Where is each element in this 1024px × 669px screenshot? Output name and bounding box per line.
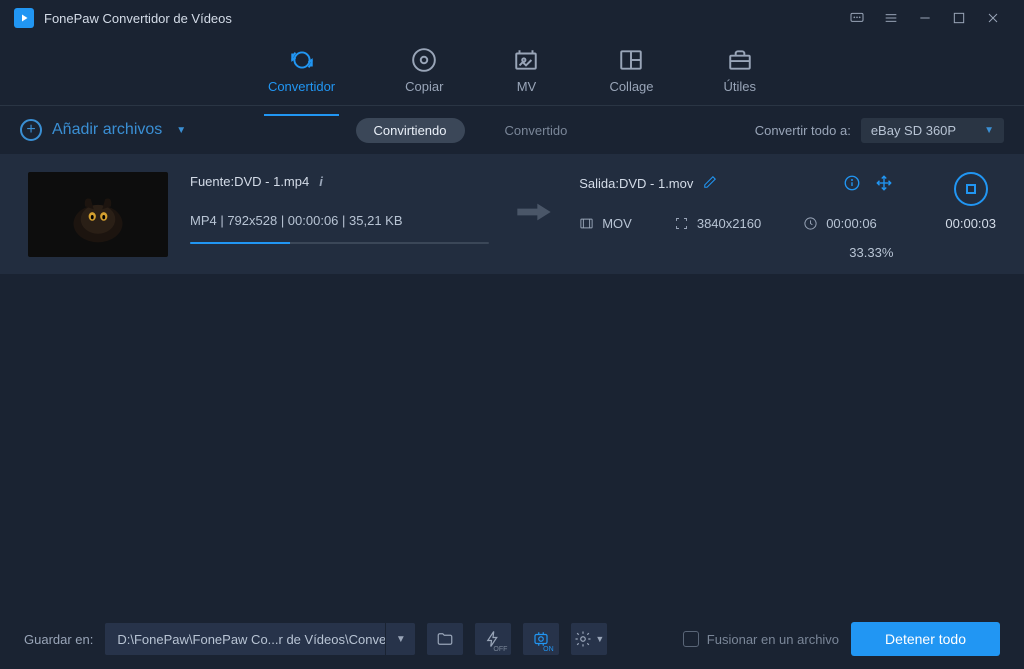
source-meta: MP4 | 792x528 | 00:00:06 | 35,21 KB <box>190 213 489 228</box>
bottom-bar: Guardar en: D:\FonePaw\FonePaw Co...r de… <box>0 609 1024 669</box>
close-icon[interactable] <box>976 1 1010 35</box>
output-resolution: 3840x2160 <box>674 216 761 231</box>
arrow-icon <box>511 202 557 222</box>
output-filename: Salida:DVD - 1.mov <box>579 174 893 192</box>
titlebar: FonePaw Convertidor de Vídeos <box>0 0 1024 36</box>
info-icon[interactable]: i <box>319 174 323 189</box>
video-thumbnail[interactable] <box>28 172 168 257</box>
convert-icon <box>289 47 315 73</box>
tab-label-collage: Collage <box>609 79 653 94</box>
merge-label: Fusionar en un archivo <box>707 632 839 647</box>
save-to-label: Guardar en: <box>24 632 93 647</box>
tab-copiar[interactable]: Copiar <box>405 41 443 100</box>
tab-label-convertidor: Convertidor <box>268 79 335 94</box>
output-format: MOV <box>579 216 632 231</box>
plus-icon: + <box>20 119 42 141</box>
minimize-icon[interactable] <box>908 1 942 35</box>
chevron-down-icon: ▼ <box>176 125 186 136</box>
tab-converted[interactable]: Convertido <box>487 118 586 143</box>
checkbox-icon <box>683 631 699 647</box>
merge-checkbox[interactable]: Fusionar en un archivo <box>683 631 839 647</box>
tab-convertidor[interactable]: Convertidor <box>268 41 335 100</box>
tab-label-copiar: Copiar <box>405 79 443 94</box>
output-path-box: D:\FonePaw\FonePaw Co...r de Vídeos\Conv… <box>105 623 415 655</box>
tab-label-utiles: Útiles <box>724 79 757 94</box>
settings-button[interactable]: ▼ <box>571 623 607 655</box>
tab-utiles[interactable]: Útiles <box>724 41 757 100</box>
sub-toolbar: + Añadir archivos ▼ Convirtiendo Convert… <box>0 106 1024 154</box>
nav-tabs: Convertidor Copiar MV Collage Útiles <box>0 36 1024 106</box>
maximize-icon[interactable] <box>942 1 976 35</box>
conversion-list: Fuente:DVD - 1.mp4 i MP4 | 792x528 | 00:… <box>0 154 1024 274</box>
mv-icon <box>513 47 539 73</box>
output-path: D:\FonePaw\FonePaw Co...r de Vídeos\Conv… <box>105 632 385 647</box>
add-files-label: Añadir archivos <box>52 121 162 139</box>
menu-icon[interactable] <box>874 1 908 35</box>
feedback-icon[interactable] <box>840 1 874 35</box>
tab-mv[interactable]: MV <box>513 41 539 100</box>
tab-collage[interactable]: Collage <box>609 41 653 100</box>
path-dropdown-button[interactable]: ▼ <box>385 623 415 655</box>
edit-icon[interactable] <box>703 175 717 192</box>
tab-converting[interactable]: Convirtiendo <box>356 118 465 143</box>
stop-all-button[interactable]: Detener todo <box>851 622 1000 656</box>
elapsed-time: 00:00:03 <box>945 216 996 231</box>
move-icon[interactable] <box>875 174 893 192</box>
output-duration: 00:00:06 <box>803 216 877 231</box>
add-files-button[interactable]: + Añadir archivos ▼ <box>20 119 186 141</box>
app-title: FonePaw Convertidor de Vídeos <box>44 11 232 26</box>
list-item: Fuente:DVD - 1.mp4 i MP4 | 792x528 | 00:… <box>0 154 1024 274</box>
progress-percent: 33.33% <box>579 245 893 260</box>
toolbox-icon <box>727 47 753 73</box>
disc-icon <box>411 47 437 73</box>
high-speed-button[interactable]: ON <box>523 623 559 655</box>
collage-icon <box>618 47 644 73</box>
convert-all-label: Convertir todo a: <box>755 123 851 138</box>
tab-label-mv: MV <box>517 79 537 94</box>
preset-dropdown[interactable]: eBay SD 360P ▼ <box>861 118 1004 143</box>
app-logo-icon <box>14 8 34 28</box>
preset-value: eBay SD 360P <box>871 123 956 138</box>
stop-item-button[interactable] <box>954 172 988 206</box>
open-folder-button[interactable] <box>427 623 463 655</box>
source-filename: Fuente:DVD - 1.mp4 i <box>190 174 489 189</box>
chevron-down-icon: ▼ <box>984 125 994 136</box>
progress-bar <box>190 242 489 244</box>
info-circle-icon[interactable] <box>843 174 861 192</box>
gpu-accel-button[interactable]: OFF <box>475 623 511 655</box>
